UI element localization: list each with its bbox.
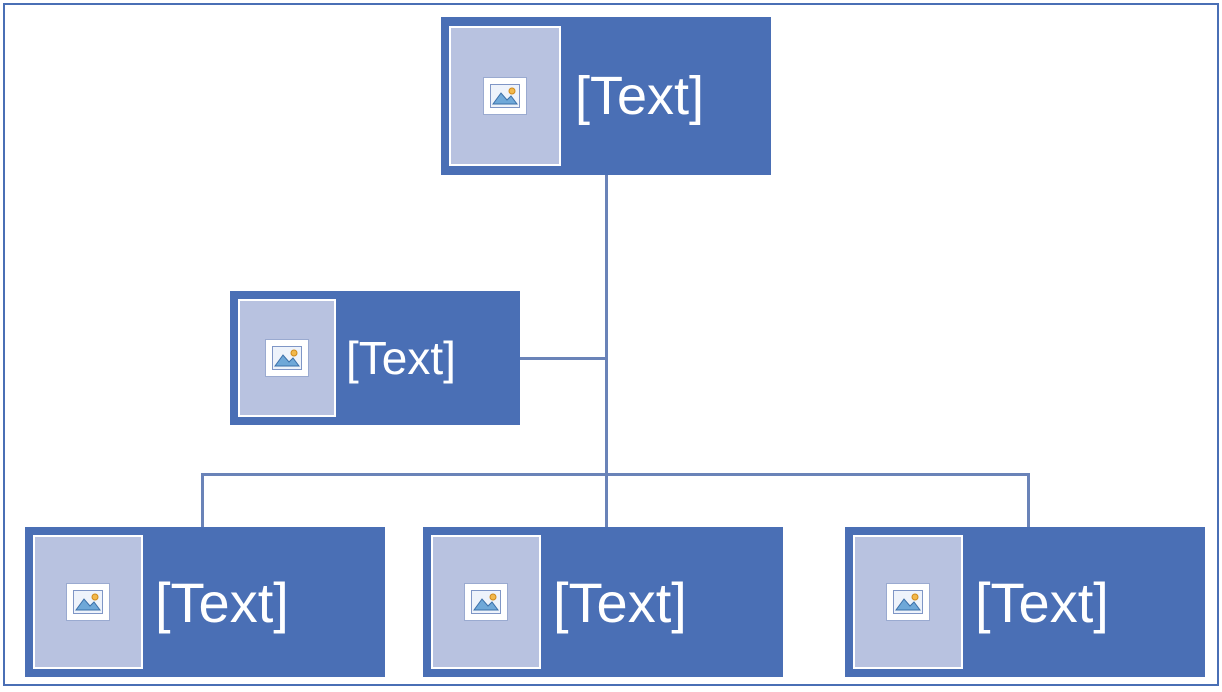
picture-placeholder[interactable] — [33, 535, 143, 669]
node-label[interactable]: [Text] — [155, 570, 289, 635]
org-node-assistant[interactable]: [Text] — [230, 291, 520, 425]
node-label[interactable]: [Text] — [575, 65, 704, 127]
org-node-child-2[interactable]: [Text] — [423, 527, 783, 677]
connector-to-assistant — [520, 357, 608, 360]
org-node-root[interactable]: [Text] — [441, 17, 771, 175]
picture-icon — [483, 77, 527, 115]
org-node-child-1[interactable]: [Text] — [25, 527, 385, 677]
org-node-child-3[interactable]: [Text] — [845, 527, 1205, 677]
picture-icon — [464, 583, 508, 621]
picture-icon — [265, 339, 309, 377]
picture-icon — [886, 583, 930, 621]
node-label[interactable]: [Text] — [975, 570, 1109, 635]
node-label[interactable]: [Text] — [346, 331, 456, 385]
picture-placeholder[interactable] — [449, 26, 561, 166]
connector-drop-2 — [605, 473, 608, 527]
node-label[interactable]: [Text] — [553, 570, 687, 635]
picture-placeholder[interactable] — [853, 535, 963, 669]
smartart-org-chart-canvas: [Text] [Text] [Text] — [3, 3, 1219, 686]
connector-horizontal-bus — [201, 473, 1029, 476]
connector-vertical-main — [605, 175, 608, 475]
connector-drop-1 — [201, 473, 204, 527]
picture-placeholder[interactable] — [431, 535, 541, 669]
connector-drop-3 — [1027, 473, 1030, 527]
picture-placeholder[interactable] — [238, 299, 336, 417]
picture-icon — [66, 583, 110, 621]
